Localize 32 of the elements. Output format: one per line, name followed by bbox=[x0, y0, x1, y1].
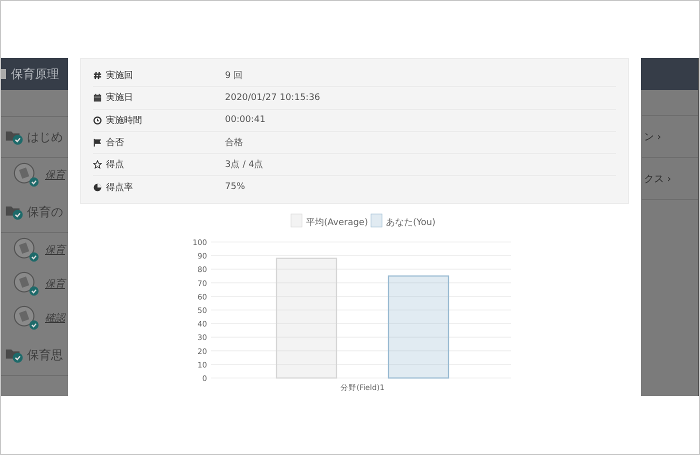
menu-link[interactable]: クス › bbox=[644, 172, 672, 186]
lesson-link[interactable]: 保育 bbox=[45, 277, 65, 291]
detail-label: 実施時間 bbox=[106, 114, 142, 127]
lesson-link[interactable]: 保育 bbox=[45, 243, 65, 257]
section-title[interactable]: 保育の bbox=[27, 204, 63, 220]
legend-label: あなた(You) bbox=[386, 218, 436, 228]
detail-label: 実施日 bbox=[106, 92, 133, 104]
lesson-link[interactable]: 保育 bbox=[45, 168, 65, 182]
star-icon bbox=[93, 160, 102, 170]
detail-label: 得点率 bbox=[106, 182, 133, 194]
hash-icon bbox=[93, 71, 102, 80]
detail-label: 実施回 bbox=[106, 70, 133, 82]
detail-value: 00:00:41 bbox=[225, 115, 266, 126]
app-title: 保育原理 bbox=[11, 66, 59, 82]
lesson-link[interactable]: 確認 bbox=[45, 311, 65, 325]
legend-item[interactable]: あなた(You) bbox=[370, 214, 436, 228]
flag-icon bbox=[93, 138, 102, 148]
legend-label: 平均(Average) bbox=[306, 216, 368, 228]
legend-item[interactable]: 平均(Average) bbox=[290, 214, 368, 228]
detail-label: 合否 bbox=[106, 136, 124, 150]
detail-value: 3点 / 4点 bbox=[225, 158, 264, 172]
calendar-icon bbox=[93, 93, 102, 102]
menu-link[interactable]: ン › bbox=[644, 130, 662, 144]
detail-value: 2020/01/27 10:15:36 bbox=[225, 92, 320, 103]
detail-label: 得点 bbox=[106, 158, 124, 172]
section-title[interactable]: 保育思 bbox=[27, 346, 63, 364]
detail-value: 9 回 bbox=[225, 70, 243, 82]
detail-value: 75% bbox=[225, 182, 246, 192]
detail-value: 合格 bbox=[225, 136, 243, 150]
pie-chart-icon bbox=[93, 182, 102, 192]
section-title[interactable]: はじめ bbox=[27, 128, 63, 146]
clock-icon bbox=[93, 116, 102, 125]
